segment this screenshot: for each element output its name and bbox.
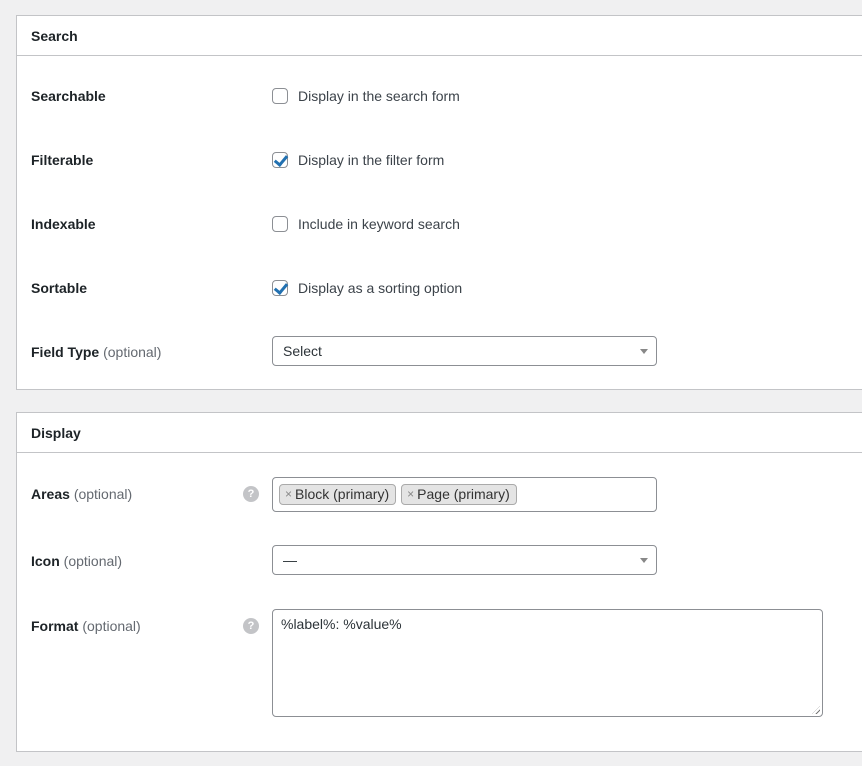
optional-hint: (optional) — [82, 618, 141, 634]
indexable-checkbox-label: Include in keyword search — [298, 216, 460, 232]
filterable-checkbox-label: Display in the filter form — [298, 152, 445, 168]
optional-hint: (optional) — [73, 486, 133, 502]
display-panel-title: Display — [17, 413, 862, 453]
field-type-select[interactable]: Select — [272, 336, 657, 366]
sortable-label: Sortable — [31, 280, 88, 296]
help-icon[interactable]: ? — [243, 486, 259, 502]
resize-handle-icon[interactable] — [812, 706, 820, 714]
icon-label-text: Icon — [31, 553, 60, 569]
format-label-text: Format — [31, 618, 79, 634]
sortable-checkbox[interactable] — [272, 280, 288, 296]
searchable-checkbox-option[interactable]: Display in the search form — [272, 88, 460, 104]
format-textarea[interactable]: %label%: %value% — [272, 609, 823, 717]
indexable-checkbox-option[interactable]: Include in keyword search — [272, 216, 460, 232]
chevron-down-icon — [640, 558, 648, 563]
searchable-checkbox-label: Display in the search form — [298, 88, 460, 104]
searchable-checkbox[interactable] — [272, 88, 288, 104]
optional-hint: (optional) — [103, 344, 162, 360]
filterable-checkbox-option[interactable]: Display in the filter form — [272, 152, 444, 168]
area-tag: × Block (primary) — [279, 484, 397, 505]
area-tag: × Page (primary) — [401, 484, 517, 505]
icon-value: — — [283, 552, 297, 568]
indexable-label: Indexable — [31, 216, 96, 232]
areas-label: Areas (optional) — [31, 486, 132, 502]
remove-tag-icon[interactable]: × — [285, 485, 292, 504]
indexable-checkbox[interactable] — [272, 216, 288, 232]
filterable-label: Filterable — [31, 152, 94, 168]
remove-tag-icon[interactable]: × — [407, 485, 414, 504]
sortable-checkbox-label: Display as a sorting option — [298, 280, 463, 296]
area-tag-label: Page (primary) — [417, 486, 510, 502]
search-panel: Search Searchable Display in the search … — [16, 15, 862, 390]
searchable-label: Searchable — [31, 88, 106, 104]
field-type-label-text: Field Type — [31, 344, 100, 360]
areas-multiselect[interactable]: × Block (primary) × Page (primary) — [272, 477, 657, 512]
area-tag-label: Block (primary) — [295, 486, 390, 502]
field-type-value: Select — [283, 343, 322, 359]
chevron-down-icon — [640, 349, 648, 354]
help-icon[interactable]: ? — [243, 618, 259, 634]
format-label: Format (optional) — [31, 618, 141, 634]
sortable-checkbox-option[interactable]: Display as a sorting option — [272, 280, 462, 296]
icon-select[interactable]: — — [272, 545, 657, 575]
areas-label-text: Areas — [31, 486, 70, 502]
filterable-checkbox[interactable] — [272, 152, 288, 168]
icon-label: Icon (optional) — [31, 553, 122, 569]
optional-hint: (optional) — [63, 553, 123, 569]
field-type-label: Field Type (optional) — [31, 344, 161, 360]
search-panel-title: Search — [17, 16, 862, 56]
display-panel: Display Areas (optional) ? × Block (prima… — [16, 412, 862, 752]
format-value: %label%: %value% — [281, 616, 402, 632]
